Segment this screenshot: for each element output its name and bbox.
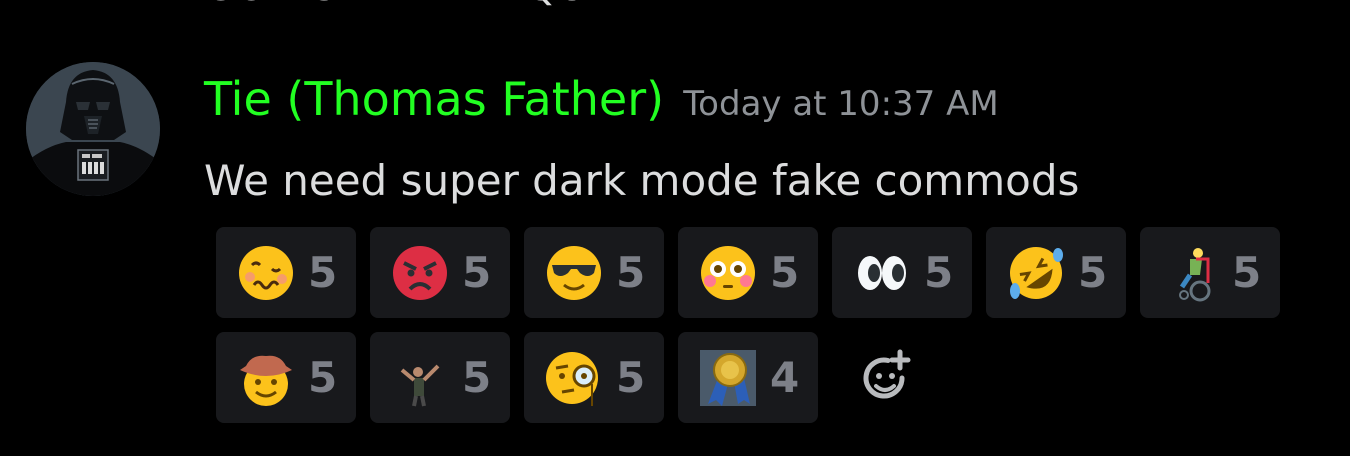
person-wheelchair-icon — [1160, 243, 1220, 303]
reaction-count: 5 — [308, 353, 338, 402]
woozy-face-icon — [236, 243, 296, 303]
previous-message-text: GOD SAVE THE QUEEN — [204, 0, 669, 10]
darth-vader-avatar-icon — [26, 62, 160, 196]
dab-person-icon — [390, 348, 450, 408]
reactions-bar: 5 5 5 5 5 5 5 5 5 5 4 — [216, 227, 1296, 437]
message-header: Tie (Thomas Father) Today at 10:37 AM — [204, 72, 999, 126]
sunglasses-face-icon — [544, 243, 604, 303]
reaction-sunglasses[interactable]: 5 — [524, 227, 664, 318]
reaction-wheelchair[interactable]: 5 — [1140, 227, 1280, 318]
add-reaction-icon — [863, 349, 911, 399]
reaction-flushed[interactable]: 5 — [678, 227, 818, 318]
reaction-rofl[interactable]: 5 — [986, 227, 1126, 318]
reaction-angry[interactable]: 5 — [370, 227, 510, 318]
reaction-dab[interactable]: 5 — [370, 332, 510, 423]
reaction-count: 5 — [1232, 248, 1262, 297]
rofl-face-icon — [1006, 243, 1066, 303]
reaction-medal[interactable]: 4 — [678, 332, 818, 423]
reaction-count: 5 — [770, 248, 800, 297]
reaction-count: 5 — [924, 248, 954, 297]
reaction-count: 5 — [462, 353, 492, 402]
timestamp: Today at 10:37 AM — [683, 84, 999, 124]
reaction-monocle[interactable]: 5 — [524, 332, 664, 423]
monocle-face-icon — [544, 348, 604, 408]
avatar[interactable] — [26, 62, 160, 196]
username[interactable]: Tie (Thomas Father) — [204, 72, 664, 126]
reaction-count: 5 — [1078, 248, 1108, 297]
reaction-count: 5 — [462, 248, 492, 297]
message-content: We need super dark mode fake commods — [204, 156, 1080, 205]
eyes-icon — [852, 243, 912, 303]
cowboy-face-icon — [236, 348, 296, 408]
reaction-count: 5 — [616, 248, 646, 297]
reaction-row: 5 5 — [216, 332, 1296, 423]
chat-view: GOD SAVE THE QUEEN Ti — [0, 0, 1350, 456]
reaction-woozy[interactable]: 5 — [216, 227, 356, 318]
medal-icon — [698, 348, 758, 408]
reaction-eyes[interactable]: 5 — [832, 227, 972, 318]
add-reaction-button[interactable] — [856, 348, 916, 408]
reaction-row: 5 5 — [216, 227, 1296, 318]
flushed-face-icon — [698, 243, 758, 303]
reaction-count: 5 — [616, 353, 646, 402]
reaction-cowboy[interactable]: 5 — [216, 332, 356, 423]
angry-face-icon — [390, 243, 450, 303]
reaction-count: 4 — [770, 353, 800, 402]
reaction-count: 5 — [308, 248, 338, 297]
